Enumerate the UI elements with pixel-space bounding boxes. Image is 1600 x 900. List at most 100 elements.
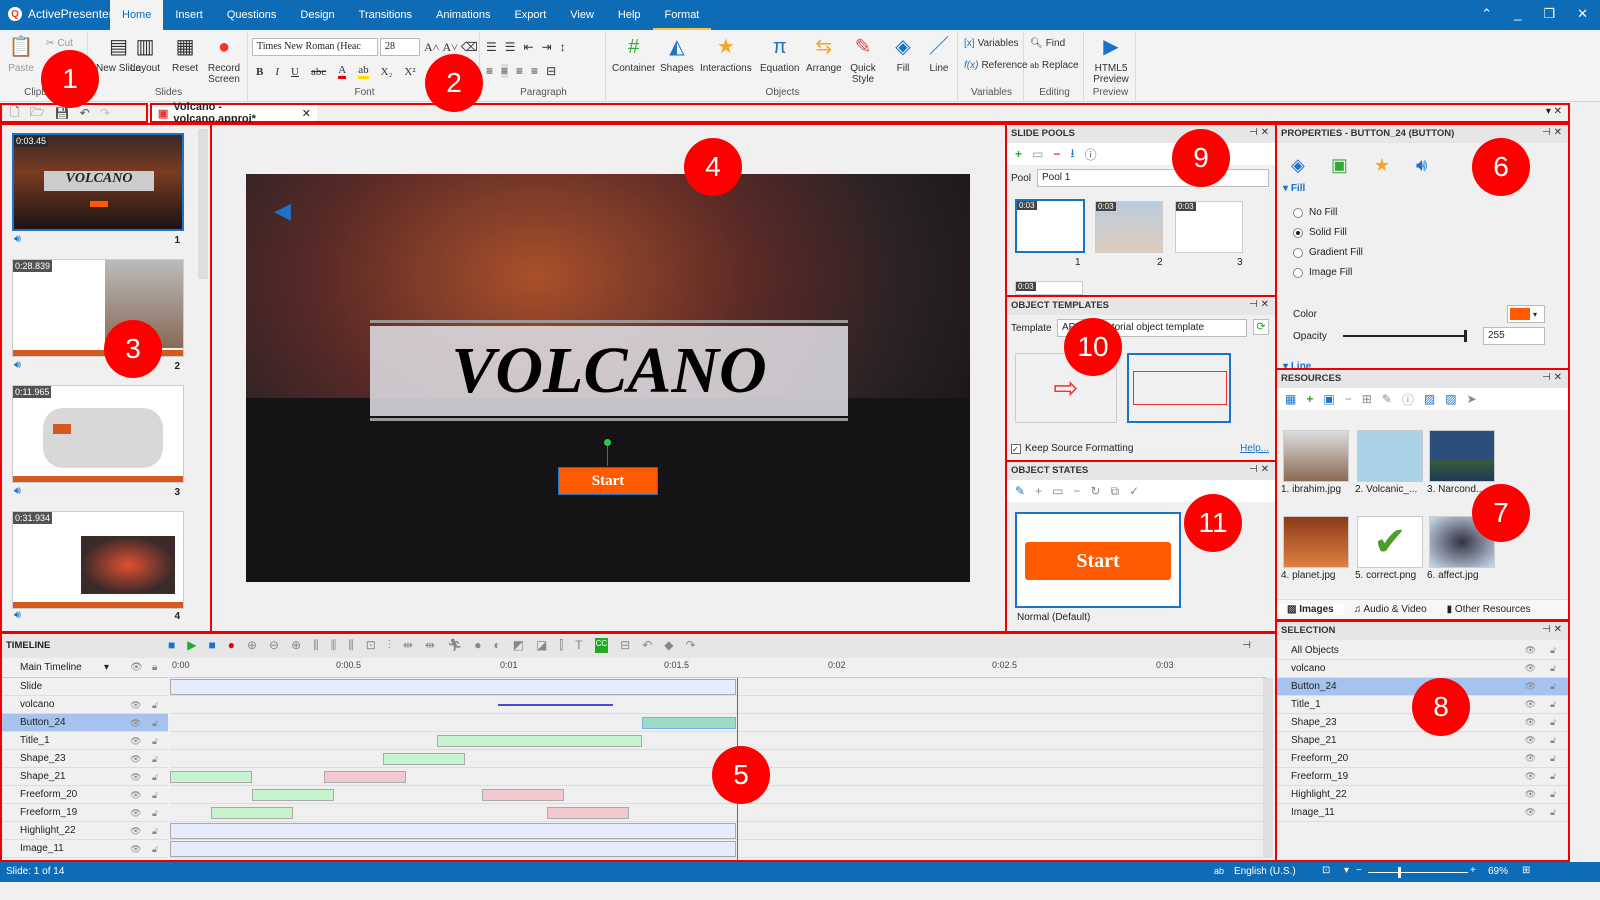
- timeline-ruler[interactable]: 0:000:00.50:010:01.50:020:02.50:030:03.5…: [170, 658, 1266, 678]
- timeline-row-label[interactable]: Button_24 👁︎ 🔓︎: [2, 714, 168, 732]
- rename-icon[interactable]: ▭: [1052, 484, 1063, 498]
- reset-button[interactable]: ▦ Reset: [172, 34, 198, 75]
- running-icon[interactable]: 🏃︎: [447, 638, 462, 653]
- rotate-right-icon[interactable]: ↷: [686, 638, 696, 653]
- timeline-track[interactable]: [170, 678, 1266, 696]
- pool-slide[interactable]: 0:03: [1015, 199, 1085, 253]
- eye-icon[interactable]: 👁︎: [130, 804, 141, 822]
- insert-icon[interactable]: ⊞: [1362, 392, 1372, 406]
- edit-icon[interactable]: ✎: [1015, 484, 1025, 498]
- superscript-icon[interactable]: X²: [404, 66, 415, 78]
- align-left-icon[interactable]: ≡: [486, 64, 493, 78]
- selection-item[interactable]: All Objects 👁︎ 🔓︎: [1277, 642, 1568, 660]
- vertical-align-icon[interactable]: ⊟: [546, 64, 556, 78]
- undo-icon[interactable]: ↶: [80, 106, 90, 120]
- timeline-scrollbar[interactable]: [1263, 678, 1273, 858]
- view-grid-icon[interactable]: ▦: [1285, 392, 1296, 406]
- paste-button[interactable]: 📋 Paste: [8, 34, 34, 75]
- tab-other-resources[interactable]: ▮ Other Resources: [1437, 604, 1541, 615]
- radio-no-fill[interactable]: No Fill: [1293, 207, 1363, 218]
- entrance-effect-bar[interactable]: [252, 789, 334, 801]
- tab-insert[interactable]: Insert: [163, 0, 215, 30]
- replace-button[interactable]: ab Replace: [1030, 60, 1079, 71]
- timeline-row-label[interactable]: Slide: [2, 678, 168, 696]
- lock-icon[interactable]: 🔓︎: [152, 696, 158, 714]
- grow-font-icon[interactable]: A˄: [424, 40, 439, 55]
- selection-item[interactable]: Highlight_22 👁︎ 🔓︎: [1277, 786, 1568, 804]
- eye-icon[interactable]: 👁︎: [130, 786, 141, 804]
- zoom-in-button[interactable]: +: [1470, 865, 1476, 876]
- rotate-left-icon[interactable]: ↶: [642, 638, 652, 653]
- eye-icon[interactable]: 👁︎: [130, 840, 141, 858]
- font-color-icon[interactable]: A: [338, 64, 347, 79]
- timeline-row-label[interactable]: Highlight_22 👁︎ 🔓︎: [2, 822, 168, 840]
- info-icon[interactable]: ⓘ: [1402, 391, 1414, 408]
- fade-in-icon[interactable]: ◩: [513, 638, 524, 653]
- timeline-bar[interactable]: [170, 823, 736, 839]
- timeline-track[interactable]: [170, 714, 1266, 732]
- cut-button[interactable]: ✂ Cut: [46, 38, 73, 49]
- indent-icon[interactable]: ⇤: [524, 40, 534, 54]
- lock-icon[interactable]: 🔓︎: [1550, 735, 1556, 746]
- slide-thumbnail[interactable]: 0:03.45 VOLCANO: [12, 133, 184, 231]
- lock-icon[interactable]: 🔓︎: [152, 750, 158, 768]
- zoom-slider[interactable]: [1368, 867, 1468, 878]
- timeline-bar[interactable]: [170, 679, 736, 695]
- selection-item[interactable]: Shape_21 👁︎ 🔓︎: [1277, 732, 1568, 750]
- collapse-ribbon-icon[interactable]: ⌃: [1481, 6, 1492, 22]
- resource-thumb[interactable]: [1429, 430, 1495, 482]
- tab-animations[interactable]: Animations: [424, 0, 502, 30]
- add-icon[interactable]: +: [1306, 392, 1313, 406]
- resource-thumb[interactable]: [1283, 430, 1349, 482]
- eye-icon[interactable]: 👁︎: [1525, 735, 1536, 746]
- html5-preview-button[interactable]: ▶ HTML5 Preview: [1092, 34, 1130, 86]
- resource-thumb[interactable]: [1283, 516, 1349, 568]
- zoom-out-icon[interactable]: ⊖: [269, 638, 279, 653]
- line-button[interactable]: ／ Line: [926, 34, 952, 75]
- align-right-icon[interactable]: ≡: [516, 64, 523, 78]
- import-icon[interactable]: ▣: [1323, 392, 1334, 406]
- tab-home[interactable]: Home: [110, 0, 164, 30]
- slide-thumbnail[interactable]: 0:11.965: [12, 385, 184, 483]
- quick-style-button[interactable]: ✎ Quick Style: [848, 34, 878, 86]
- timeline-row-label[interactable]: Freeform_19 👁︎ 🔓︎: [2, 804, 168, 822]
- pool-select[interactable]: Pool 1: [1037, 169, 1269, 187]
- remove-icon[interactable]: −: [1345, 392, 1352, 406]
- lock-icon[interactable]: 🔓︎: [1550, 645, 1556, 656]
- eye-icon[interactable]: 👁︎: [1525, 717, 1536, 728]
- align-icon[interactable]: ⫼: [348, 638, 354, 653]
- close-icon[interactable]: ✕: [1577, 6, 1588, 22]
- chevron-down-icon[interactable]: ▾: [1344, 865, 1349, 876]
- open-file-icon[interactable]: 🗁: [30, 103, 45, 124]
- pool-slide[interactable]: 0:03: [1015, 281, 1083, 295]
- remove-icon[interactable]: −: [1073, 484, 1080, 498]
- audio-icon[interactable]: ◀: [274, 198, 291, 224]
- highlight-icon[interactable]: ab: [358, 64, 369, 79]
- play-icon[interactable]: ▶: [187, 638, 196, 653]
- font-family-select[interactable]: Times New Roman (Heac: [252, 38, 378, 56]
- eye-icon[interactable]: 👁︎: [1525, 753, 1536, 764]
- resource-thumb[interactable]: [1357, 430, 1423, 482]
- find-button[interactable]: 🔍︎ Find: [1030, 38, 1065, 49]
- timeline-row-label[interactable]: Image_11 👁︎ 🔓︎: [2, 840, 168, 858]
- timeline-bar[interactable]: [170, 841, 736, 857]
- zoom-slider-thumb[interactable]: [1398, 867, 1401, 878]
- lock-icon[interactable]: 🔓︎: [152, 822, 158, 840]
- timeline-track[interactable]: [170, 840, 1266, 858]
- view-mode-icon[interactable]: ⊡: [1322, 865, 1330, 876]
- eye-icon[interactable]: 👁︎: [1525, 699, 1536, 710]
- template-rectangle[interactable]: [1127, 353, 1231, 423]
- state-thumbnail[interactable]: Start: [1015, 512, 1181, 608]
- arrange-button[interactable]: ⇆ Arrange: [806, 34, 842, 75]
- keep-source-checkbox[interactable]: ✓ Keep Source Formatting: [1011, 443, 1133, 454]
- lock-icon[interactable]: 🔓︎: [1550, 717, 1556, 728]
- variables-button[interactable]: [x] Variables: [964, 38, 1019, 49]
- zoom-in-icon[interactable]: ⊕: [291, 638, 301, 653]
- selection-item[interactable]: Freeform_19 👁︎ 🔓︎: [1277, 768, 1568, 786]
- lock-icon[interactable]: 🔓︎: [152, 768, 158, 786]
- tab-transitions[interactable]: Transitions: [347, 0, 424, 30]
- eye-icon[interactable]: 👁︎: [130, 732, 141, 750]
- eye-icon[interactable]: 👁︎: [130, 696, 141, 714]
- timeline-row-label[interactable]: volcano 👁︎ 🔓︎: [2, 696, 168, 714]
- timeline-row-label[interactable]: Title_1 👁︎ 🔓︎: [2, 732, 168, 750]
